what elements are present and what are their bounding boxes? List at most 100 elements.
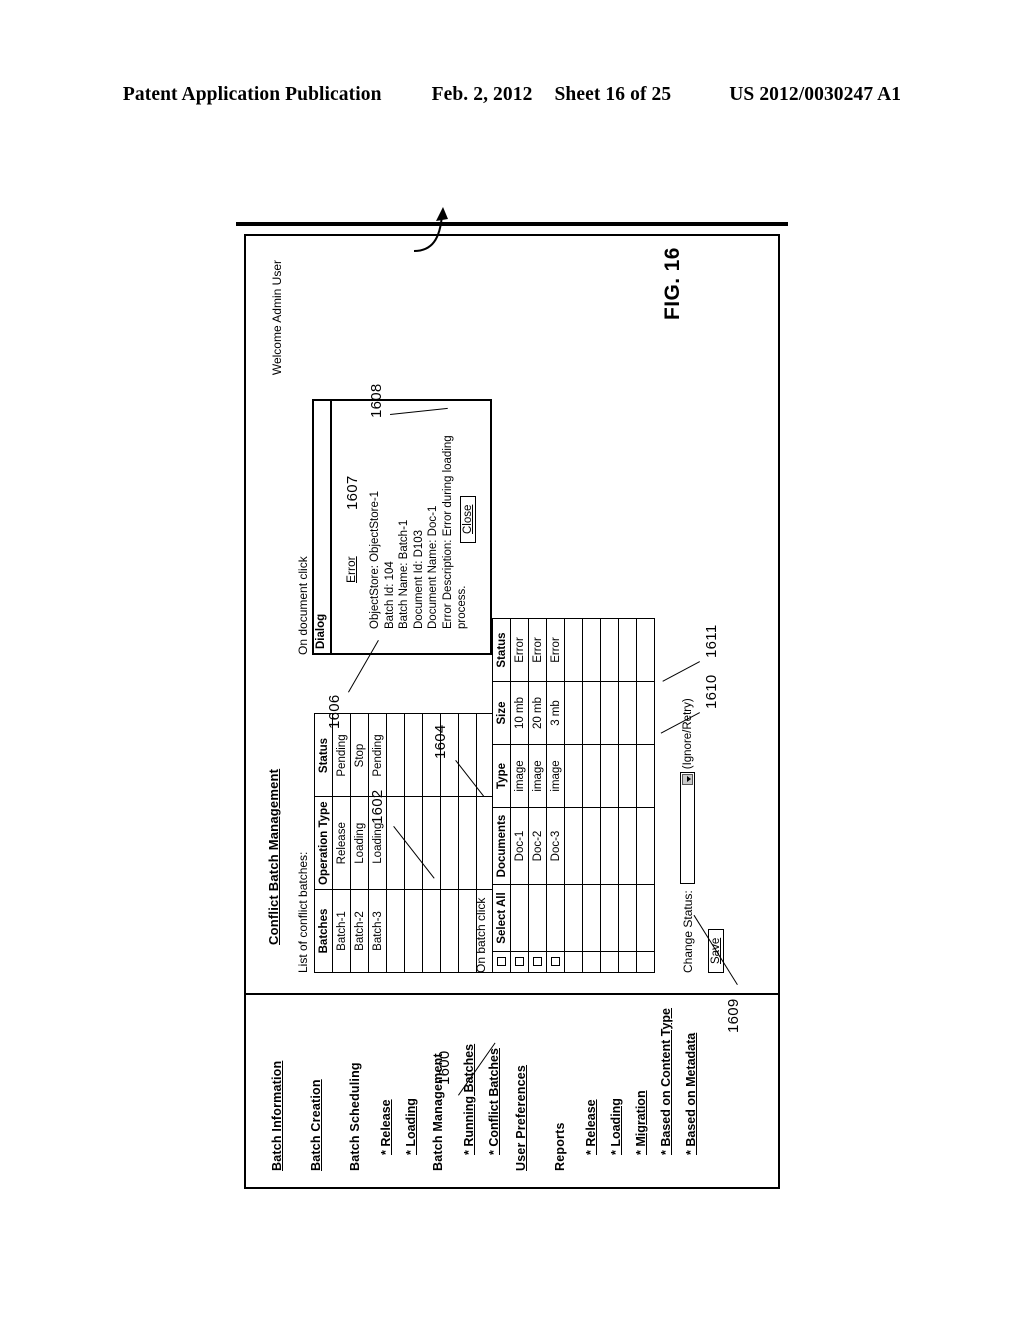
patent-number: US 2012/0030247 A1	[729, 84, 902, 105]
cell-document-name[interactable]: Doc-2	[528, 807, 547, 885]
table-row-empty	[636, 618, 655, 973]
row-checkbox-cell[interactable]	[528, 951, 547, 973]
col-batches: Batches	[314, 889, 333, 973]
on-document-click-caption: On document click	[296, 556, 310, 655]
figure-16: Batch Information Batch Creation Batch S…	[226, 197, 798, 1207]
change-status-dropdown[interactable]	[680, 772, 695, 885]
sidebar-group-user-preferences: User Preferences	[512, 995, 545, 1171]
sidebar-item-reports-loading[interactable]: * Loading	[609, 995, 623, 1155]
col-status: Status	[492, 618, 511, 682]
patent-page-header: Patent Application Publication Feb. 2, 2…	[0, 84, 1024, 106]
dialog-titlebar: Dialog	[314, 401, 332, 653]
col-operation-type: Operation Type	[314, 797, 333, 890]
error-dialog: Dialog Error ObjectStore: ObjectStore-1 …	[312, 207, 492, 655]
select-all-checkbox[interactable]	[496, 957, 506, 967]
table-row-empty	[600, 618, 619, 973]
ref-1602: 1602	[369, 789, 386, 824]
cell-document-status: Error	[546, 618, 565, 682]
col-size: Size	[492, 681, 511, 745]
table-header-row: Batches Operation Type Status	[314, 714, 333, 973]
table-row[interactable]: Batch-3 Loading Pending	[368, 714, 387, 973]
close-button[interactable]: Close	[460, 495, 476, 543]
cell-batch-name[interactable]: Batch-2	[350, 889, 369, 973]
sidebar-group-reports: Reports * Release * Loading * Migration …	[551, 995, 698, 1171]
ref-1600: 1600	[436, 1050, 453, 1085]
chevron-down-icon[interactable]	[682, 774, 693, 786]
sidebar-item-scheduling-release[interactable]: * Release	[379, 995, 393, 1155]
sidebar-item-reports-metadata[interactable]: * Based on Metadata	[684, 995, 698, 1155]
row-checkbox[interactable]	[550, 957, 560, 967]
dialog-line-batch-id: Batch Id: 104	[383, 561, 396, 629]
sheet-number: Sheet 16 of 25	[554, 84, 672, 105]
change-status-label: Change Status:	[680, 890, 695, 973]
row-checkbox[interactable]	[514, 957, 524, 967]
cell-document-status: Error	[528, 618, 547, 682]
table-row[interactable]: Batch-1 Release Pending	[332, 714, 351, 973]
publication-label: Patent Application Publication	[122, 84, 382, 105]
table-row[interactable]: Doc-1 image 10 mb Error	[510, 618, 529, 973]
col-documents: Documents	[492, 807, 511, 885]
sidebar-item-batch-creation[interactable]: Batch Creation	[309, 1079, 323, 1171]
table-row[interactable]: Doc-3 image 3 mb Error	[546, 618, 565, 973]
ref-1609: 1609	[725, 998, 742, 1033]
cell-document-status: Error	[510, 618, 529, 682]
dialog-line-document-id: Document Id: D103	[412, 529, 425, 629]
cell-document-name[interactable]: Doc-1	[510, 807, 529, 885]
cell-document-size: 10 mb	[510, 681, 529, 745]
dialog-body: Error ObjectStore: ObjectStore-1 Batch I…	[332, 401, 470, 653]
col-type: Type	[492, 744, 511, 808]
ref-1610: 1610	[703, 674, 720, 709]
documents-table: Select All Documents Type Size Status Do…	[492, 618, 655, 973]
cell-document-size: 20 mb	[528, 681, 547, 745]
sidebar-item-scheduling-loading[interactable]: * Loading	[404, 995, 418, 1155]
cell-select-spacer	[546, 884, 565, 952]
on-batch-click-caption: On batch click	[474, 897, 488, 973]
conflict-batches-table: Batches Operation Type Status Batch-1 Re…	[314, 713, 495, 973]
select-all-checkbox-cell[interactable]	[492, 951, 511, 973]
dialog-line-document-name: Document Name: Doc-1	[427, 505, 439, 629]
sidebar-heading-reports: Reports	[553, 1122, 567, 1171]
row-checkbox-cell[interactable]	[510, 951, 529, 973]
table-row-empty	[582, 618, 601, 973]
cell-document-name[interactable]: Doc-3	[546, 807, 565, 885]
callout-arrow-icon	[413, 207, 448, 252]
welcome-message: Welcome Admin User	[270, 260, 284, 376]
row-checkbox-cell[interactable]	[546, 951, 565, 973]
table-row[interactable]: Doc-2 image 20 mb Error	[528, 618, 547, 973]
ref-1607: 1607	[344, 475, 361, 510]
row-checkbox[interactable]	[532, 957, 542, 967]
sidebar-item-user-preferences[interactable]: User Preferences	[514, 1065, 528, 1171]
cell-document-type: image	[510, 744, 529, 808]
sidebar-item-reports-migration[interactable]: * Migration	[634, 995, 648, 1155]
page-edge-rule	[236, 222, 788, 226]
table-row-empty	[618, 618, 637, 973]
col-select-all: Select All	[492, 884, 511, 952]
page-title: Conflict Batch Management	[266, 768, 281, 945]
cell-select-spacer	[528, 884, 547, 952]
sidebar-group-batch-information: Batch Information	[268, 995, 301, 1171]
sidebar-item-conflict-batches[interactable]: * Conflict Batches	[487, 995, 501, 1155]
sidebar-item-reports-release[interactable]: * Release	[584, 995, 598, 1155]
publication-date: Feb. 2, 2012	[431, 84, 533, 105]
main-content: Welcome Admin User Conflict Batch Manage…	[244, 207, 780, 991]
cell-document-type: image	[528, 744, 547, 808]
ref-1608: 1608	[368, 383, 385, 418]
figure-label: FIG. 16	[661, 247, 684, 320]
cell-batch-name[interactable]: Batch-3	[368, 889, 387, 973]
sidebar-group-batch-creation: Batch Creation	[307, 995, 340, 1171]
ref-1606: 1606	[326, 694, 343, 729]
table-row[interactable]: Batch-2 Loading Stop	[350, 714, 369, 973]
sidebar-navigation: Batch Information Batch Creation Batch S…	[244, 993, 780, 1189]
cell-status: Pending	[368, 714, 387, 797]
cell-select-spacer	[510, 884, 529, 952]
sidebar-item-batch-information[interactable]: Batch Information	[270, 1061, 284, 1171]
dialog-line-batch-name: Batch Name: Batch-1	[398, 519, 410, 629]
sidebar-item-running-batches[interactable]: * Running Batches	[462, 995, 476, 1155]
cell-document-size: 3 mb	[546, 681, 565, 745]
cell-operation-type: Release	[332, 797, 351, 890]
ref-1604: 1604	[432, 724, 449, 759]
ref-1611: 1611	[703, 624, 720, 658]
cell-batch-name[interactable]: Batch-1	[332, 889, 351, 973]
cell-document-type: image	[546, 744, 565, 808]
sidebar-item-reports-content-type[interactable]: * Based on Content Type	[659, 995, 673, 1155]
